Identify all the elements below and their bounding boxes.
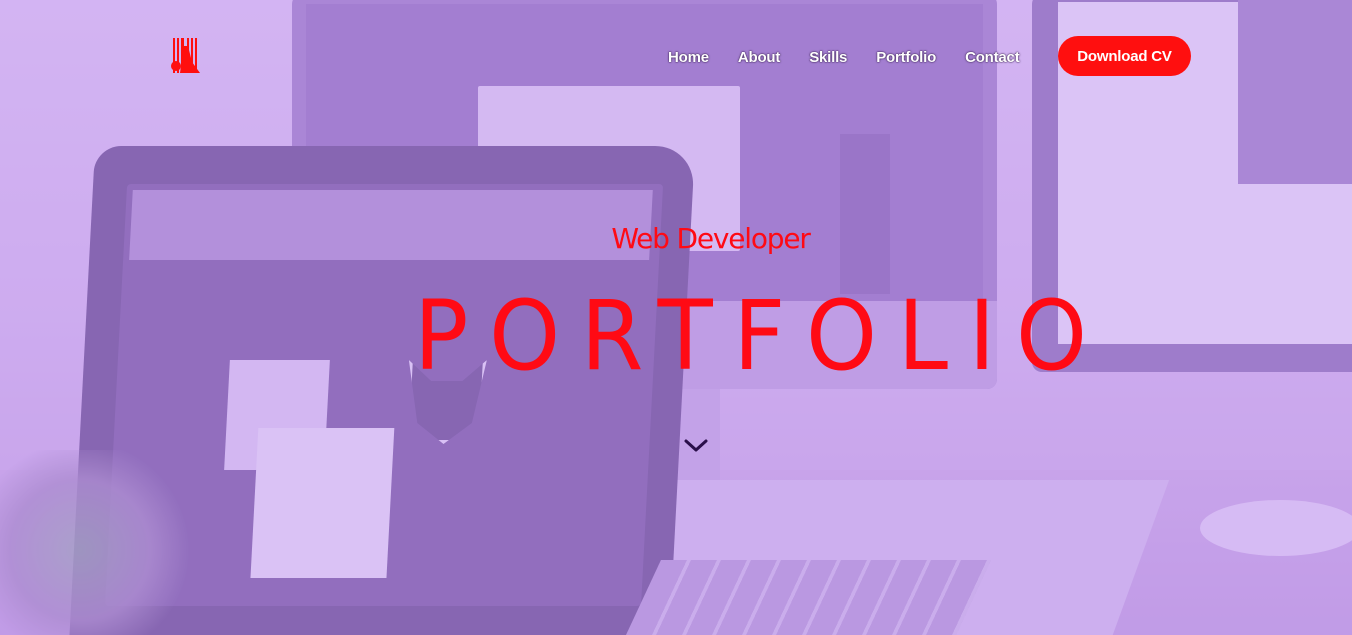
hero-title: PORTFOLIO [414, 280, 1108, 392]
nav-skills[interactable]: Skills [809, 49, 847, 66]
logo[interactable] [170, 38, 202, 73]
scroll-down-button[interactable] [683, 436, 709, 456]
site-header: Home About Skills Portfolio Contact Down… [0, 0, 1352, 112]
nav-home[interactable]: Home [668, 49, 709, 66]
hero-section: Home About Skills Portfolio Contact Down… [0, 0, 1352, 635]
download-cv-button[interactable]: Download CV [1058, 36, 1191, 76]
main-nav: Home About Skills Portfolio Contact [668, 44, 1049, 70]
logo-icon [171, 38, 200, 73]
nav-contact[interactable]: Contact [965, 49, 1020, 66]
nav-about[interactable]: About [738, 49, 781, 66]
nav-portfolio[interactable]: Portfolio [876, 49, 936, 66]
chevron-down-icon [684, 439, 708, 452]
hero-subtitle: Web Developer [611, 222, 811, 255]
